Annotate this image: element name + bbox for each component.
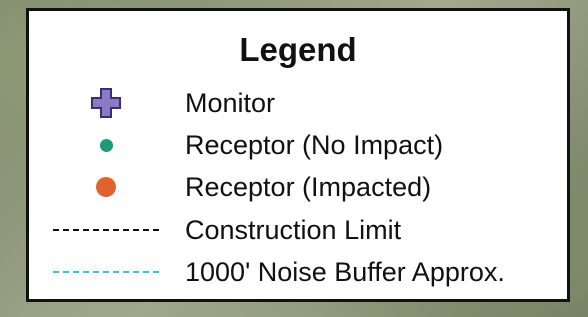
legend-label-noise-buffer: 1000' Noise Buffer Approx. (185, 257, 505, 287)
black-dashed-line-icon (53, 229, 159, 231)
legend-label-construction-limit: Construction Limit (185, 215, 402, 245)
legend-label-monitor: Monitor (185, 88, 276, 118)
map-background: { "legend": { "title": "Legend", "items"… (0, 0, 588, 317)
green-dot-icon (99, 138, 113, 152)
cyan-dashed-line-icon (53, 271, 159, 273)
orange-dot-icon (96, 177, 116, 197)
legend-item-receptor-no-impact: Receptor (No Impact) (29, 125, 567, 165)
legend-label-receptor-no-impact: Receptor (No Impact) (185, 130, 444, 160)
legend-item-receptor-impacted: Receptor (Impacted) (29, 167, 567, 207)
legend-title: Legend (239, 31, 357, 68)
legend-item-monitor: Monitor (29, 83, 567, 123)
legend-panel: Legend Monitor Receptor (No Impact) Rece… (26, 8, 570, 302)
legend-item-construction-limit: Construction Limit (29, 210, 567, 250)
legend-label-receptor-impacted: Receptor (Impacted) (185, 172, 432, 202)
monitor-cross-icon (51, 83, 161, 123)
legend-item-noise-buffer: 1000' Noise Buffer Approx. (29, 252, 567, 292)
